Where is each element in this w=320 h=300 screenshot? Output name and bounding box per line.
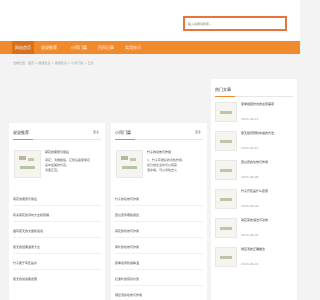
article-thumbnail[interactable] (215, 102, 237, 122)
featured-image[interactable] (116, 150, 143, 178)
divider (115, 237, 203, 238)
article-date: 2024-06-02 (241, 262, 259, 266)
tips-panel: 小窍门篇 更多 竹子的功效与作用 1、竹子有很好的清热作用， 在日常生活中可以用… (111, 123, 207, 300)
divider (115, 269, 203, 270)
title-accent (115, 139, 135, 140)
divider (115, 205, 203, 206)
list-item[interactable]: 荷叶的功效与作用 (115, 245, 139, 249)
article-date: 2024-06-12 (241, 117, 259, 121)
divider (115, 285, 203, 286)
article-thumbnail[interactable] (215, 189, 237, 209)
image-shape (121, 156, 128, 160)
image-shape (220, 140, 232, 143)
image-shape (20, 166, 35, 169)
list-item[interactable]: 有关荷花的诗句大全和祝福 (13, 213, 49, 217)
featured-image[interactable] (14, 150, 41, 178)
article-thumbnail[interactable] (215, 218, 237, 238)
more-link[interactable]: 更多 (195, 130, 201, 134)
list-item[interactable]: 夏天的经典语录大全 (13, 245, 40, 249)
list-item[interactable]: 西瓜皮有哪些用途 (115, 213, 139, 217)
nav-item-tips[interactable]: 小窍门篇 (69, 41, 89, 54)
featured-title[interactable]: 竹子的功效与作用 (147, 150, 171, 154)
article-date: 2024-06-04 (241, 233, 259, 237)
nav-item-skills[interactable]: 实用技巧 (123, 41, 143, 54)
featured-title[interactable]: 荷花的寓意与象征 (45, 150, 69, 154)
divider (13, 237, 101, 238)
more-link[interactable]: 更多 (93, 130, 99, 134)
divider (13, 205, 101, 206)
list-item[interactable]: 荷花的寓意与象征 (13, 197, 37, 201)
article-title[interactable]: 夏季健康饮食的注意事项 (241, 102, 293, 106)
article-thumbnail[interactable] (215, 160, 237, 180)
title-accent (13, 139, 33, 140)
divider (13, 253, 101, 254)
list-item[interactable]: 红薯叶的营养价值 (115, 277, 139, 281)
list-item[interactable]: 夏天的说说朋友圈 (13, 277, 37, 281)
divider (115, 221, 203, 222)
image-shape (122, 166, 137, 169)
article-date: 2024-06-06 (241, 204, 259, 208)
main-nav: 网站首页 说说推荐 小窍门篇 百科记事 实用技巧 (0, 41, 300, 54)
divider (115, 253, 203, 254)
panel-title: 小窍门篇 (115, 130, 131, 135)
image-shape (28, 158, 34, 161)
list-item[interactable]: 竹子属于草还是木 (13, 261, 37, 265)
divider (13, 269, 101, 270)
image-shape (220, 198, 232, 201)
nav-item-encyclopedia[interactable]: 百科记事 (96, 41, 116, 54)
article-date: 2024-06-08 (241, 175, 259, 179)
recommend-panel: 说说推荐 更多 荷花的寓意与象征 荷花：清雅脱俗，它象征着夏季花 朵中最美的代表… (9, 123, 105, 300)
list-item[interactable]: 绿豆汤的功效与作用 (115, 293, 142, 297)
article-thumbnail[interactable] (215, 131, 237, 151)
nav-item-home[interactable]: 网站首页 (12, 41, 34, 54)
article-title[interactable]: 荷花茶的泡法与功效 (241, 218, 293, 222)
header: 输入关键词搜索... (0, 0, 300, 41)
nav-item-recommend[interactable]: 说说推荐 (39, 41, 59, 54)
article-title[interactable]: 西瓜皮的功效与作用 (241, 160, 293, 164)
hot-articles-panel: 热门文章 夏季健康饮食的注意事项 2024-06-12 夏天如何预防中暑的方法 … (211, 79, 297, 300)
panel-title: 热门文章 (215, 87, 231, 92)
list-item[interactable]: 竹子的功效与作用 (115, 197, 139, 201)
featured-desc-line: 清廉正直。 (45, 168, 61, 172)
image-shape (220, 256, 232, 259)
image-shape (130, 158, 136, 161)
breadcrumb: 当前位置：首页 > 健康生活 > 健康知识 > 小窍门篇 > 正文 (13, 61, 94, 65)
article-title[interactable]: 夏天如何预防中暑的方法 (241, 131, 293, 135)
panel-title: 说说推荐 (13, 130, 29, 135)
search-input[interactable]: 输入关键词搜索... (183, 16, 287, 31)
article-title[interactable]: 竹子开花是什么原因 (241, 189, 293, 193)
list-item[interactable]: 荷花的功效与作用 (115, 229, 139, 233)
article-title[interactable]: 绿豆汤的正确做法 (241, 247, 293, 251)
image-shape (220, 227, 232, 230)
image-shape (220, 111, 232, 114)
list-item[interactable]: 夏季如何防暑降温 (115, 261, 139, 265)
divider (13, 221, 101, 222)
list-item[interactable]: 描写夏天的文章和说说 (13, 229, 43, 233)
title-accent (215, 96, 235, 97)
image-shape (220, 169, 232, 172)
article-thumbnail[interactable] (215, 247, 237, 267)
featured-desc-line: 泡水喝，可以清热去火 (147, 168, 178, 172)
article-date: 2024-06-10 (241, 146, 259, 150)
image-shape (19, 156, 26, 160)
